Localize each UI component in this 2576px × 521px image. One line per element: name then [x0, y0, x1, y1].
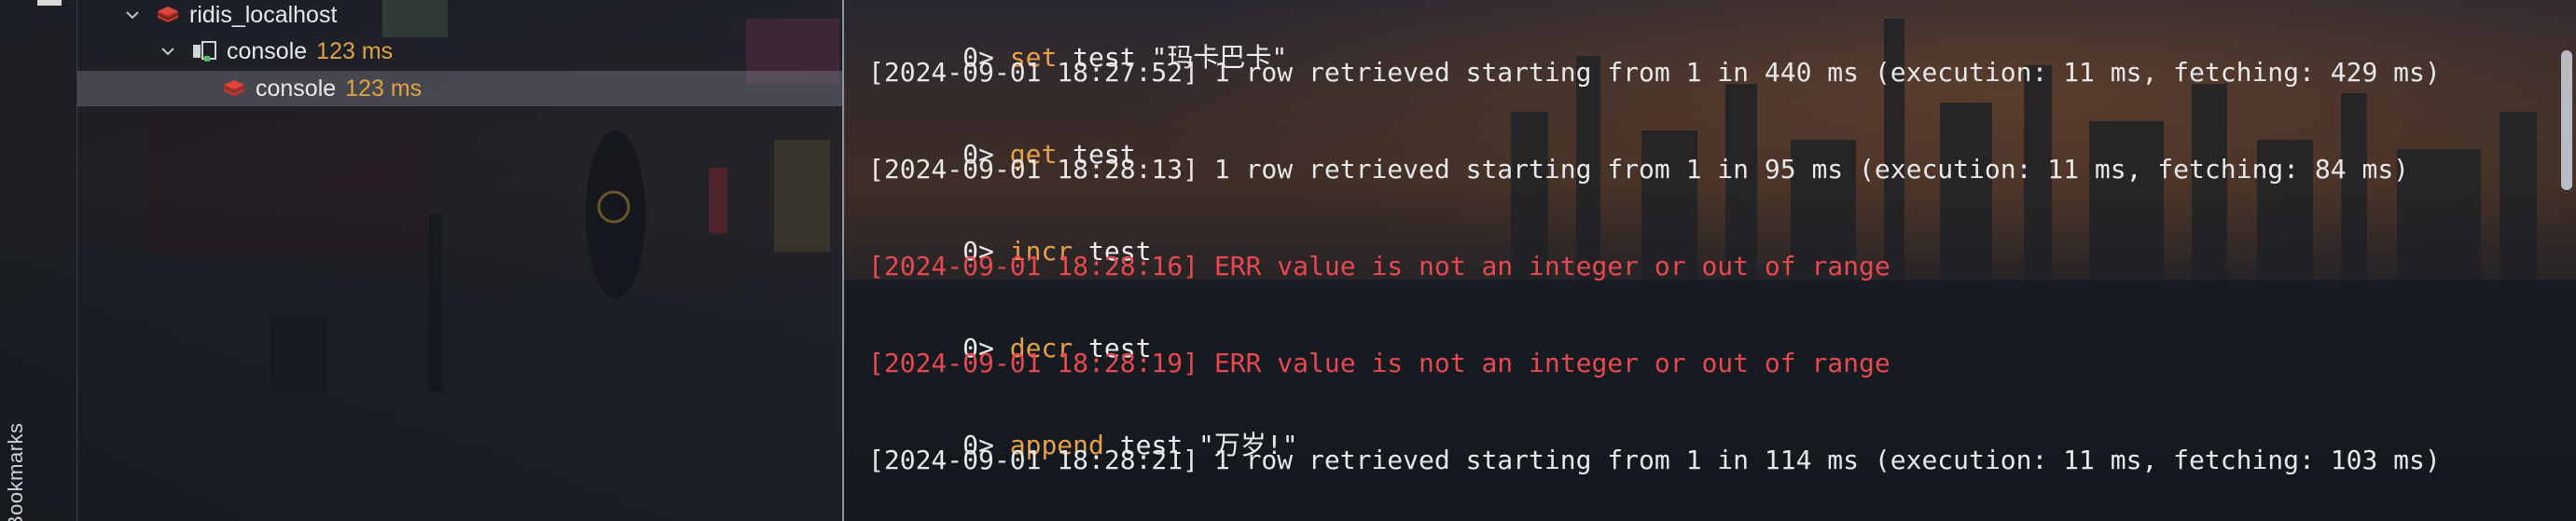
execution-time: 123 ms	[316, 37, 394, 64]
vertical-scrollbar[interactable]	[2561, 50, 2572, 190]
panel-splitter[interactable]	[842, 0, 844, 521]
bookmarks-tool-strip: Bookmarks	[0, 0, 77, 521]
chevron-down-icon[interactable]	[158, 41, 178, 62]
tree-item-label: ridis_localhost	[189, 1, 338, 28]
console-error-line: [2024-09-01 18:28:19] ERR value is not a…	[868, 348, 1890, 378]
tree-item-datasource[interactable]: ridis_localhost	[122, 0, 831, 33]
console-icon	[193, 41, 216, 62]
tree-item-console-selected[interactable]: console 123 ms	[77, 71, 842, 106]
console-error-line: [2024-09-01 18:28:16] ERR value is not a…	[868, 251, 1890, 281]
console-result-line: [2024-09-01 18:28:13] 1 row retrieved st…	[868, 154, 2410, 185]
bookmarks-tab[interactable]: Bookmarks	[4, 422, 28, 521]
console-result-line: [2024-09-01 18:27:52] 1 row retrieved st…	[868, 57, 2441, 88]
console-output[interactable]: 0> set test "玛卡巴卡" [2024-09-01 18:27:52]…	[844, 0, 2576, 521]
tree-item-console-group[interactable]: console 123 ms	[158, 34, 831, 69]
execution-time: 123 ms	[345, 75, 422, 102]
tool-window-marker	[37, 0, 62, 6]
tree-item-label: console	[256, 75, 337, 102]
ide-window: Bookmarks ridis_localhost console 123 ms…	[0, 0, 2576, 521]
redis-icon	[158, 7, 178, 22]
tree-item-label: console	[227, 37, 308, 64]
redis-icon	[224, 80, 244, 96]
database-tree-panel: ridis_localhost console 123 ms console 1…	[77, 0, 842, 521]
chevron-down-icon[interactable]	[122, 5, 143, 25]
console-result-line: [2024-09-01 18:28:21] 1 row retrieved st…	[868, 445, 2441, 475]
